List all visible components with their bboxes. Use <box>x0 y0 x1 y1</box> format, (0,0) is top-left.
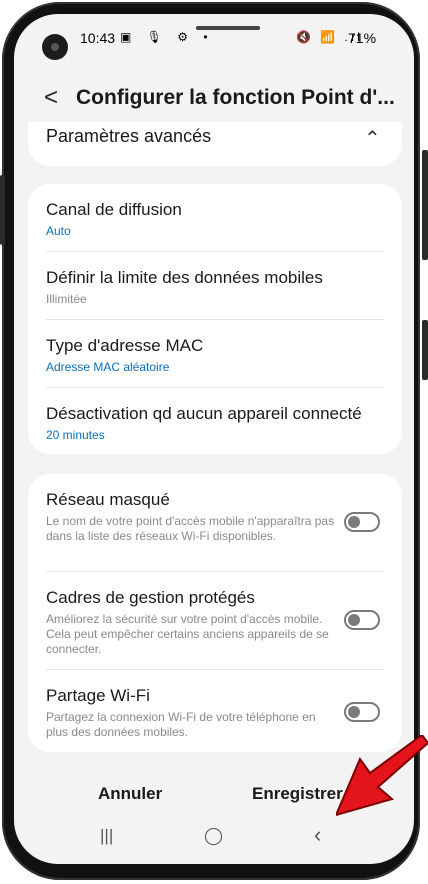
toggle-description: Améliorez la sécurité sur votre point d'… <box>46 612 329 656</box>
toggle-description: Partagez la connexion Wi-Fi de votre tél… <box>46 710 316 739</box>
wifi-sharing-toggle[interactable] <box>344 702 380 722</box>
setting-title: Désactivation qd aucun appareil connecté <box>46 404 362 423</box>
setting-value: Adresse MAC aléatoire <box>46 360 170 374</box>
divider <box>46 251 384 252</box>
page-title: Configurer la fonction Point d'... <box>76 86 394 109</box>
setting-title: Définir la limite des données mobiles <box>46 268 323 287</box>
hidden-network-toggle[interactable] <box>344 512 380 532</box>
phone-volume-button <box>422 150 428 260</box>
home-icon[interactable]: ◯ <box>204 826 223 846</box>
divider <box>46 571 384 572</box>
divider <box>46 319 384 320</box>
phone-power-button <box>422 320 428 380</box>
red-arrow-pointer-icon <box>336 735 428 817</box>
status-time: 10:43 <box>80 30 116 46</box>
toggle-title: Réseau masqué <box>46 490 170 509</box>
save-button[interactable]: Enregistrer <box>252 784 343 804</box>
front-camera <box>42 34 68 60</box>
toggle-title: Partage Wi-Fi <box>46 686 150 705</box>
setting-value: 20 minutes <box>46 428 105 442</box>
phone-side-button <box>0 175 5 245</box>
toggle-description: Le nom de votre point d'accès mobile n'a… <box>46 514 335 543</box>
divider <box>46 387 384 388</box>
chevron-up-icon[interactable]: ⌃ <box>364 126 381 151</box>
protected-frames-toggle[interactable] <box>344 610 380 630</box>
back-arrow-icon[interactable]: < <box>44 84 58 112</box>
setting-value: Auto <box>46 224 71 238</box>
notification-icons: ▣ 🎙 ⚙ • <box>120 30 214 44</box>
setting-title: Type d'adresse MAC <box>46 336 204 355</box>
back-nav-icon[interactable]: ‹ <box>314 822 321 848</box>
divider <box>46 669 384 670</box>
toggle-title: Cadres de gestion protégés <box>46 588 255 607</box>
advanced-settings-label: Paramètres avancés <box>46 126 212 146</box>
battery-level: 71% <box>348 30 377 46</box>
setting-title: Canal de diffusion <box>46 200 182 219</box>
setting-value: Illimitée <box>46 292 87 306</box>
cancel-button[interactable]: Annuler <box>98 784 162 804</box>
recents-icon[interactable]: ||| <box>100 826 113 846</box>
